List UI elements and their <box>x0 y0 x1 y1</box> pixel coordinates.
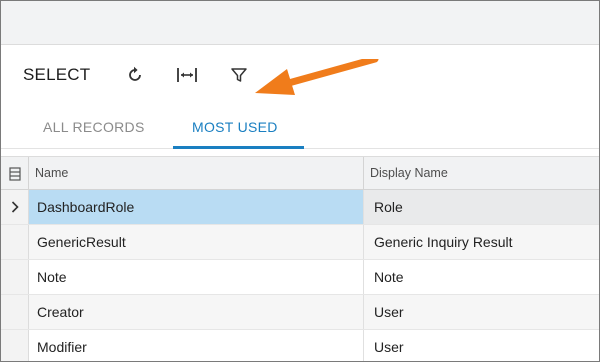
select-button[interactable]: SELECT <box>23 65 90 85</box>
chevron-right-icon <box>11 201 19 213</box>
table-row[interactable]: DashboardRole Role <box>1 190 599 225</box>
cell-name[interactable]: Modifier <box>29 330 364 361</box>
cell-name[interactable]: GenericResult <box>29 225 364 259</box>
records-grid: Name Display Name DashboardRole Role Gen… <box>1 156 599 361</box>
dialog-header-band <box>1 1 599 45</box>
filter-icon[interactable] <box>225 61 253 89</box>
table-row[interactable]: Creator User <box>1 295 599 330</box>
column-header-display-name[interactable]: Display Name <box>364 157 599 190</box>
cell-display-name[interactable]: Generic Inquiry Result <box>364 225 599 259</box>
row-selector-header[interactable] <box>1 157 29 190</box>
cell-display-name[interactable]: Role <box>364 190 599 224</box>
table-row[interactable]: Modifier User <box>1 330 599 361</box>
cell-name[interactable]: Note <box>29 260 364 294</box>
callout-arrow <box>255 59 379 95</box>
lookup-dialog: SELECT ALL RECORDS MOST USED Name Displa… <box>0 0 600 362</box>
tab-bar: ALL RECORDS MOST USED <box>1 105 599 149</box>
cell-display-name[interactable]: User <box>364 295 599 329</box>
toolbar: SELECT <box>1 45 599 105</box>
table-row[interactable]: Note Note <box>1 260 599 295</box>
tab-most-used[interactable]: MOST USED <box>192 119 278 135</box>
column-header-name[interactable]: Name <box>29 157 364 190</box>
grid-header: Name Display Name <box>1 156 599 190</box>
active-tab-indicator <box>173 146 304 149</box>
row-selector[interactable] <box>1 225 29 259</box>
cell-name[interactable]: Creator <box>29 295 364 329</box>
row-selector[interactable] <box>1 260 29 294</box>
refresh-icon[interactable] <box>121 61 149 89</box>
columns-config-icon <box>8 166 21 181</box>
cell-display-name[interactable]: User <box>364 330 599 361</box>
table-row[interactable]: GenericResult Generic Inquiry Result <box>1 225 599 260</box>
row-selector[interactable] <box>1 295 29 329</box>
cell-display-name[interactable]: Note <box>364 260 599 294</box>
fit-to-screen-icon[interactable] <box>173 61 201 89</box>
cell-name[interactable]: DashboardRole <box>29 190 364 224</box>
tab-all-records[interactable]: ALL RECORDS <box>43 119 145 135</box>
row-selector[interactable] <box>1 190 29 224</box>
row-selector[interactable] <box>1 330 29 361</box>
